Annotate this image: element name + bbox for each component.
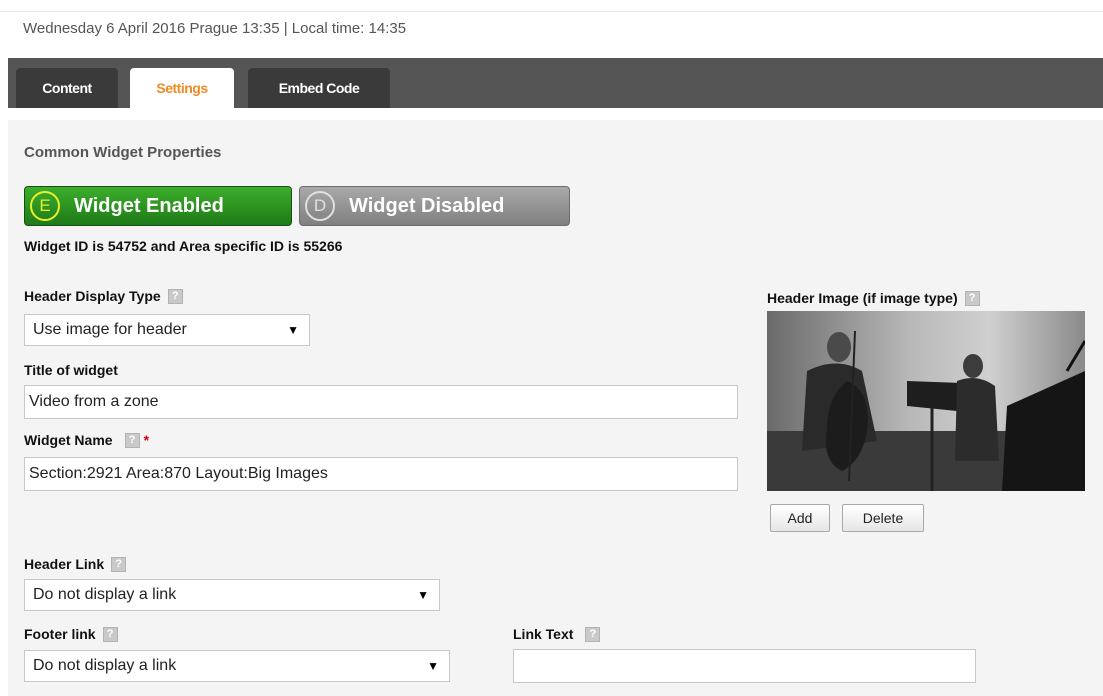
chevron-down-icon: ▼ [417,588,429,602]
footer-link-label: Footer link ? [24,626,118,642]
widget-enabled-label: Widget Enabled [74,194,224,217]
footer-link-value: Do not display a link [33,657,177,674]
title-of-widget-value: Video from a zone [29,393,159,410]
widget-name-input[interactable]: Section:2921 Area:870 Layout:Big Images [24,457,738,491]
tab-bar: Content Settings Embed Code [8,58,1103,108]
header-display-type-select[interactable]: Use image for header ▼ [24,314,310,346]
chevron-down-icon: ▼ [287,323,299,337]
tab-embed-code[interactable]: Embed Code [248,68,390,108]
help-icon[interactable]: ? [111,556,127,572]
widget-disabled-label: Widget Disabled [349,194,505,217]
header-link-value: Do not display a link [33,586,177,603]
header-link-label-text: Header Link [24,556,105,572]
help-icon[interactable]: ? [585,626,601,642]
header-link-label: Header Link ? [24,556,127,572]
datetime-line: Wednesday 6 April 2016 Prague 13:35 | Lo… [23,20,407,37]
header-image-thumbnail [767,311,1085,491]
header-image-label-text: Header Image (if image type) [767,290,958,306]
link-text-label: Link Text ? [513,626,601,642]
link-text-input[interactable] [513,649,976,683]
help-icon[interactable]: ? [124,432,140,448]
help-icon[interactable]: ? [102,626,118,642]
footer-link-label-text: Footer link [24,626,96,642]
disabled-d-icon: D [305,191,335,221]
delete-image-button[interactable]: Delete [842,504,924,532]
required-marker: * [143,432,150,448]
help-icon[interactable]: ? [964,290,980,306]
title-of-widget-label: Title of widget [24,362,118,378]
header-display-type-label-text: Header Display Type [24,288,161,304]
chevron-down-icon: ▼ [427,659,439,673]
header-image-label: Header Image (if image type) ? [767,290,980,306]
widget-name-value: Section:2921 Area:870 Layout:Big Images [29,465,328,482]
tab-content[interactable]: Content [16,68,118,108]
widget-name-label: Widget Name ? * [24,432,149,448]
footer-link-select[interactable]: Do not display a link ▼ [24,650,450,682]
help-icon[interactable]: ? [167,288,183,304]
header-display-type-label: Header Display Type ? [24,288,183,304]
header-image-photo [767,311,1085,491]
widget-enabled-button[interactable]: E Widget Enabled [24,186,292,226]
widget-name-label-text: Widget Name [24,432,113,448]
top-border [0,0,1103,12]
title-of-widget-input[interactable]: Video from a zone [24,385,738,419]
header-link-select[interactable]: Do not display a link ▼ [24,579,440,611]
widget-disabled-button[interactable]: D Widget Disabled [299,186,570,226]
widget-id-text: Widget ID is 54752 and Area specific ID … [24,238,343,254]
link-text-label-text: Link Text [513,626,574,642]
section-title: Common Widget Properties [24,144,222,161]
add-image-button[interactable]: Add [770,504,830,532]
title-of-widget-label-text: Title of widget [24,362,118,378]
enabled-e-icon: E [30,191,60,221]
header-display-type-value: Use image for header [33,321,187,338]
tab-settings[interactable]: Settings [130,68,234,108]
